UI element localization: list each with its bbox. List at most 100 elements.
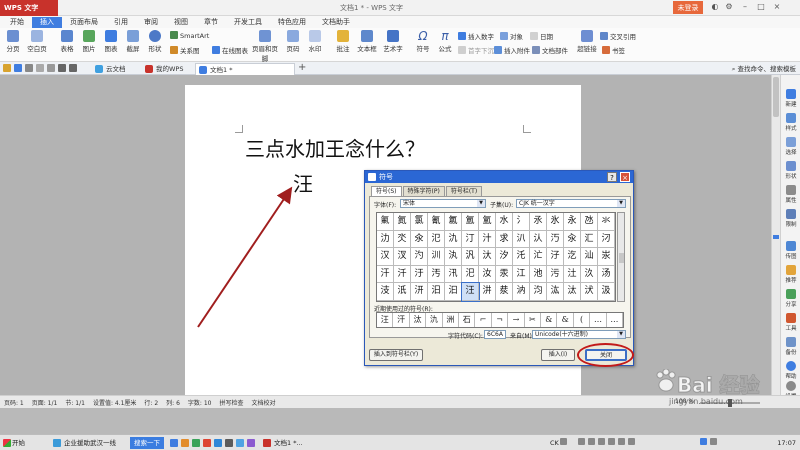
symbol-cell[interactable]: 汏 <box>479 248 496 266</box>
dialog-help-button[interactable]: ? <box>607 172 617 182</box>
recent-symbol-cell[interactable]: … <box>590 313 607 327</box>
table-button[interactable]: 表格 <box>58 28 76 53</box>
symbol-cell[interactable]: 汦 <box>394 283 411 301</box>
symbol-cell[interactable]: 汤 <box>598 265 615 284</box>
page-number-button[interactable]: 页码 <box>284 28 302 53</box>
symbol-cell[interactable]: 氺 <box>598 213 615 231</box>
symbol-cell[interactable]: 汒 <box>530 248 547 266</box>
tray-icon-2[interactable] <box>588 438 595 445</box>
symbol-cell[interactable]: 汑 <box>513 248 530 266</box>
symbol-cell[interactable]: 汥 <box>377 283 394 301</box>
start-button[interactable]: 开始 <box>2 437 32 449</box>
symbol-cell[interactable]: 氶 <box>530 213 547 231</box>
quick-launch-icon-7[interactable] <box>236 439 244 447</box>
tab-symbol-bar[interactable]: 符号栏(T) <box>445 186 483 196</box>
menu-special[interactable]: 特色应用 <box>270 17 314 28</box>
symbol-cell[interactable]: 氭 <box>377 213 394 231</box>
header-footer-button[interactable]: 页眉和页脚 <box>250 28 280 63</box>
hyperlink-button[interactable]: 超链接 <box>576 28 598 53</box>
recent-symbol-cell[interactable]: 洲 <box>443 313 460 327</box>
symbol-cell[interactable]: 江 <box>513 265 530 284</box>
symbol-cell[interactable]: 汚 <box>428 265 445 284</box>
symbol-cell[interactable]: 汗 <box>377 265 394 284</box>
symbol-cell[interactable]: 氹 <box>581 213 598 231</box>
symbol-cell[interactable]: 汉 <box>377 248 394 266</box>
date-button[interactable]: 日期 <box>530 31 553 41</box>
close-button[interactable]: 关闭 <box>585 349 627 361</box>
blank-page-button[interactable]: 空白页 <box>26 28 48 53</box>
bookmark-button[interactable]: 书签 <box>602 45 625 55</box>
menu-start[interactable]: 开始 <box>2 17 32 28</box>
panel-style[interactable]: 样式 <box>781 113 800 132</box>
recent-symbol-cell[interactable]: ( <box>574 313 591 327</box>
symbol-cell[interactable]: 汫 <box>479 283 496 301</box>
symbol-cell[interactable]: 永 <box>564 213 581 231</box>
symbol-cell[interactable]: 氰 <box>428 213 445 231</box>
panel-tools[interactable]: 工具 <box>781 313 800 332</box>
symbol-button[interactable]: Ω 符号 <box>414 28 432 53</box>
network-icon[interactable] <box>700 438 707 445</box>
recent-symbol-cell[interactable]: 汰 <box>410 313 427 327</box>
symbol-cell[interactable]: 氼 <box>394 230 411 249</box>
quick-launch-icon-6[interactable] <box>225 439 233 447</box>
symbol-cell[interactable]: 氿 <box>445 230 462 249</box>
insert-number-button[interactable]: 插入数字 <box>458 31 494 41</box>
recent-symbol-cell[interactable]: ⌐ <box>475 313 492 327</box>
symbol-cell[interactable]: 汞 <box>496 265 513 284</box>
tab-symbols[interactable]: 符号(S) <box>371 186 402 196</box>
symbol-cell[interactable]: 池 <box>530 265 547 284</box>
save-icon[interactable] <box>14 64 22 72</box>
doc-parts-button[interactable]: 文档部件 <box>532 45 568 55</box>
from-select[interactable]: Unicode(十六进制) ▼ <box>532 330 626 339</box>
tray-language[interactable]: CK <box>550 437 559 449</box>
symbol-cell[interactable]: 汋 <box>411 248 428 266</box>
panel-shape[interactable]: 形状 <box>781 161 800 180</box>
panel-recommend[interactable]: 推荐 <box>781 265 800 284</box>
symbol-cell[interactable]: 汀 <box>462 230 479 249</box>
menu-developer[interactable]: 开发工具 <box>226 17 270 28</box>
preview-icon[interactable] <box>36 64 44 72</box>
comment-button[interactable]: 批注 <box>334 28 352 53</box>
symbol-cell[interactable]: 汓 <box>547 248 564 266</box>
symbol-cell[interactable]: 汬 <box>496 283 513 301</box>
symbol-cell[interactable]: 汈 <box>598 230 615 249</box>
symbol-grid-scrollbar[interactable] <box>617 212 625 302</box>
symbol-cell[interactable]: 汎 <box>462 248 479 266</box>
symbol-cell[interactable]: 汱 <box>581 283 598 301</box>
tray-icon-3[interactable] <box>598 438 605 445</box>
tray-icon-6[interactable] <box>628 438 635 445</box>
symbol-cell[interactable]: 汛 <box>445 265 462 284</box>
symbol-cell[interactable]: 汃 <box>513 230 530 249</box>
login-button[interactable]: 未登录 <box>673 1 703 14</box>
symbol-cell[interactable]: 汖 <box>598 248 615 266</box>
symbol-cell[interactable]: 汌 <box>428 248 445 266</box>
symbol-cell[interactable]: 汢 <box>564 265 581 284</box>
vertical-scrollbar[interactable] <box>771 75 780 395</box>
symbol-cell[interactable]: 汍 <box>445 248 462 266</box>
screenshot-button[interactable]: 截屏 <box>124 28 142 53</box>
symbol-grid[interactable]: 氭氮氯氰氱氲氳水氵氶氷永氹氺氻氼氽氾氿汀汁求汃汄汅汆汇汈汉汊汋汌汍汎汏汐汑汒汓汔… <box>376 212 616 302</box>
quick-launch-icon-3[interactable] <box>192 439 200 447</box>
symbol-cell[interactable]: 污 <box>547 265 564 284</box>
menu-insert[interactable]: 插入 <box>32 17 62 28</box>
quick-launch-icon-4[interactable] <box>203 439 211 447</box>
panel-transfer[interactable]: 传图 <box>781 241 800 260</box>
menu-reference[interactable]: 引用 <box>106 17 136 28</box>
tab-document1[interactable]: 文档1 * <box>195 63 295 75</box>
panel-restrict[interactable]: 限制 <box>781 209 800 228</box>
symbol-cell[interactable]: 汁 <box>479 230 496 249</box>
document-text-question[interactable]: 三点水加王念什么？ <box>245 133 425 162</box>
symbol-cell[interactable]: 汜 <box>462 265 479 284</box>
print-icon[interactable] <box>25 64 33 72</box>
recent-symbol-cell[interactable]: ✂ <box>525 313 542 327</box>
symbol-cell[interactable]: 汝 <box>479 265 496 284</box>
shape-button[interactable]: 形状 <box>146 28 164 53</box>
symbol-cell[interactable]: 求 <box>496 230 513 249</box>
open-folder-icon[interactable] <box>3 64 11 72</box>
quick-launch-icon-8[interactable] <box>247 439 255 447</box>
symbol-cell[interactable]: 汩 <box>445 283 462 301</box>
panel-select[interactable]: 选择 <box>781 137 800 156</box>
page-break-button[interactable]: 分页 <box>4 28 22 53</box>
recent-symbols[interactable]: 汪汗汰氿洲石 ⌐ ¬ → ✂ & &(…… <box>376 312 624 328</box>
symbol-cell[interactable]: 氷 <box>547 213 564 231</box>
